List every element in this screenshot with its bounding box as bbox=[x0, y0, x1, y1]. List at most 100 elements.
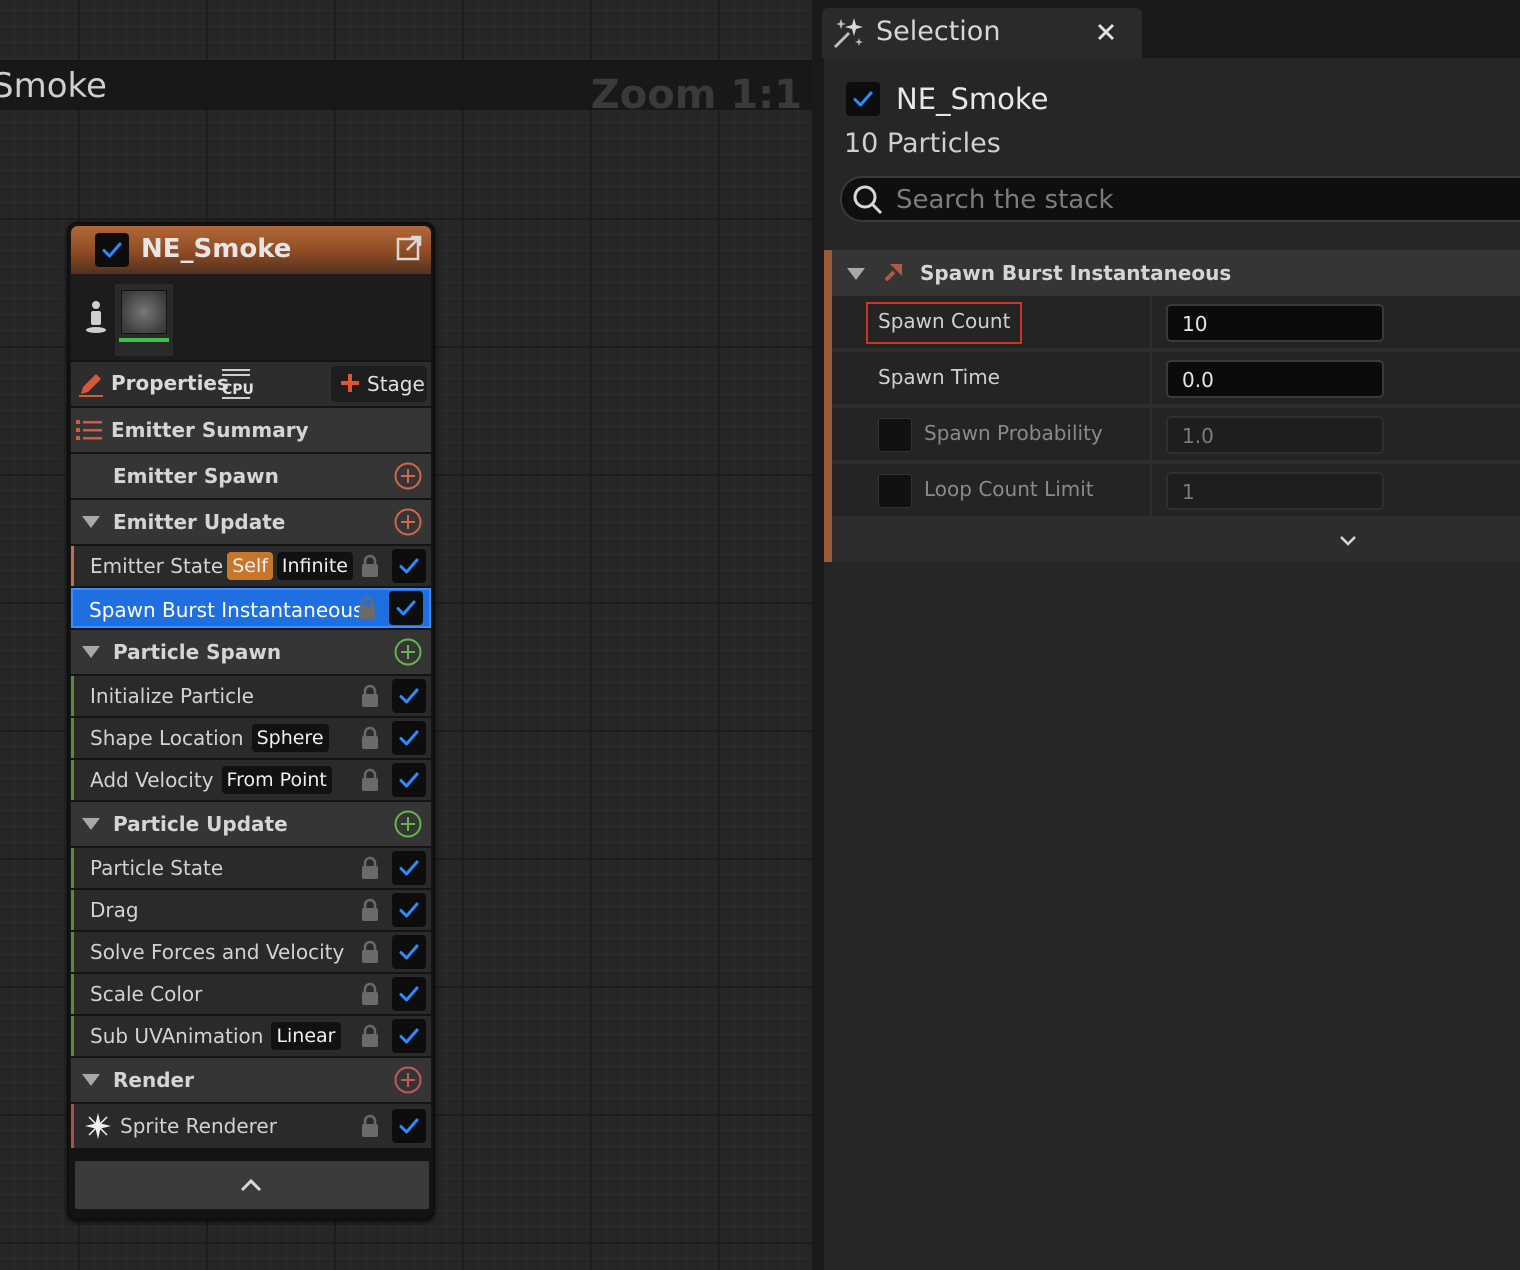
add-module-icon[interactable] bbox=[393, 637, 423, 667]
module-drag[interactable]: Drag bbox=[71, 890, 431, 930]
lock-icon[interactable] bbox=[357, 596, 377, 620]
section-emitter-spawn[interactable]: Emitter Spawn bbox=[71, 454, 431, 498]
module-shape-location[interactable]: Shape Location Sphere bbox=[71, 718, 431, 758]
module-scale-color[interactable]: Scale Color bbox=[71, 974, 431, 1014]
emitter-enabled-checkbox[interactable] bbox=[95, 233, 129, 267]
collapse-node-button[interactable] bbox=[75, 1161, 429, 1209]
close-icon[interactable] bbox=[1094, 20, 1118, 44]
module-emitter-state[interactable]: Emitter State Self Infinite bbox=[71, 546, 431, 586]
lock-icon[interactable] bbox=[360, 982, 380, 1006]
module-enabled-checkbox[interactable] bbox=[392, 977, 426, 1011]
module-solve-forces-and-velocity[interactable]: Solve Forces and Velocity bbox=[71, 932, 431, 972]
module-tag-infinite: Infinite bbox=[276, 552, 353, 580]
add-module-icon[interactable] bbox=[393, 461, 423, 491]
spawn-time-field[interactable]: 0.0 bbox=[1166, 360, 1384, 398]
emitter-thumbnail-row bbox=[71, 274, 431, 360]
add-module-icon[interactable] bbox=[393, 1065, 423, 1095]
spawn-probability-override-checkbox[interactable] bbox=[878, 418, 912, 452]
module-label: Sprite Renderer bbox=[84, 1113, 277, 1142]
module-details-header[interactable]: Spawn Burst Instantaneous bbox=[832, 250, 1520, 296]
module-tag-self: Self bbox=[227, 552, 273, 580]
module-name: Add Velocity bbox=[90, 768, 214, 792]
emitter-enabled-checkbox[interactable] bbox=[846, 82, 880, 116]
section-particle-spawn[interactable]: Particle Spawn bbox=[71, 630, 431, 674]
lock-icon[interactable] bbox=[360, 1024, 380, 1048]
loop-count-limit-override-checkbox[interactable] bbox=[878, 474, 912, 508]
section-label: Particle Update bbox=[113, 812, 288, 836]
add-stage-button[interactable]: Stage bbox=[331, 366, 427, 402]
module-enabled-checkbox[interactable] bbox=[392, 763, 426, 797]
module-enabled-checkbox[interactable] bbox=[392, 851, 426, 885]
module-sprite-renderer[interactable]: Sprite Renderer bbox=[71, 1104, 431, 1148]
module-enabled-checkbox[interactable] bbox=[392, 935, 426, 969]
add-module-icon[interactable] bbox=[393, 809, 423, 839]
param-row-spawn-time: Spawn Time 0.0 bbox=[832, 352, 1520, 406]
checkmark-icon bbox=[397, 1114, 421, 1138]
module-script-icon bbox=[884, 264, 902, 282]
module-enabled-checkbox[interactable] bbox=[389, 591, 423, 625]
node-graph[interactable]: Smoke Zoom 1:1 NE_Smoke Properties CPU S… bbox=[0, 0, 812, 1270]
properties-row[interactable]: Properties CPU Stage bbox=[71, 362, 431, 406]
stack-search-input[interactable] bbox=[896, 182, 1496, 218]
emitter-thumbnail[interactable] bbox=[115, 284, 173, 356]
module-enabled-checkbox[interactable] bbox=[392, 1019, 426, 1053]
param-label: Loop Count Limit bbox=[924, 477, 1094, 501]
checkmark-icon bbox=[397, 768, 421, 792]
module-tag-from-point: From Point bbox=[221, 766, 332, 794]
section-particle-update[interactable]: Particle Update bbox=[71, 802, 431, 846]
lock-icon[interactable] bbox=[360, 856, 380, 880]
module-enabled-checkbox[interactable] bbox=[392, 549, 426, 583]
module-label: Sub UVAnimation Linear bbox=[90, 1022, 341, 1052]
add-module-icon[interactable] bbox=[393, 507, 423, 537]
module-spawn-burst-instantaneous[interactable]: Spawn Burst Instantaneous bbox=[71, 588, 431, 628]
emitter-node[interactable]: NE_Smoke Properties CPU Stage Emitter Su… bbox=[67, 222, 435, 1220]
module-enabled-checkbox[interactable] bbox=[392, 893, 426, 927]
section-emitter-update[interactable]: Emitter Update bbox=[71, 500, 431, 544]
checkmark-icon bbox=[397, 982, 421, 1006]
module-enabled-checkbox[interactable] bbox=[392, 1109, 426, 1143]
module-add-velocity[interactable]: Add Velocity From Point bbox=[71, 760, 431, 800]
lock-icon[interactable] bbox=[360, 768, 380, 792]
lock-icon[interactable] bbox=[360, 554, 380, 578]
section-emitter-summary[interactable]: Emitter Summary bbox=[71, 408, 431, 452]
column-divider[interactable] bbox=[1150, 464, 1152, 518]
collapse-triangle-icon[interactable] bbox=[81, 514, 101, 530]
stage-label: Stage bbox=[367, 372, 425, 396]
lock-icon[interactable] bbox=[360, 726, 380, 750]
column-divider[interactable] bbox=[1150, 408, 1152, 462]
module-tag-sphere: Sphere bbox=[251, 724, 329, 752]
stack-search-box[interactable] bbox=[840, 176, 1520, 222]
collapse-triangle-icon[interactable] bbox=[81, 1072, 101, 1088]
module-initialize-particle[interactable]: Initialize Particle bbox=[71, 676, 431, 716]
collapse-triangle-icon[interactable] bbox=[846, 266, 866, 282]
loop-count-limit-field[interactable]: 1 bbox=[1166, 472, 1384, 510]
thumbnail-status-bar bbox=[119, 338, 169, 342]
collapse-triangle-icon[interactable] bbox=[81, 644, 101, 660]
cpu-text: CPU bbox=[222, 382, 253, 398]
plus-icon bbox=[341, 374, 359, 392]
column-divider[interactable] bbox=[1150, 296, 1152, 350]
module-enabled-checkbox[interactable] bbox=[392, 721, 426, 755]
open-external-icon[interactable] bbox=[395, 234, 423, 262]
show-advanced-row[interactable] bbox=[832, 520, 1520, 562]
param-row-spawn-probability: Spawn Probability 1.0 bbox=[832, 408, 1520, 462]
lock-icon[interactable] bbox=[360, 684, 380, 708]
emitter-properties-figure-icon[interactable] bbox=[85, 300, 107, 334]
module-sub-uv-animation[interactable]: Sub UVAnimation Linear bbox=[71, 1016, 431, 1056]
spawn-count-field[interactable]: 10 bbox=[1166, 304, 1384, 342]
lock-icon[interactable] bbox=[360, 898, 380, 922]
lock-icon[interactable] bbox=[360, 1114, 380, 1138]
selection-tab[interactable]: Selection bbox=[822, 8, 1142, 58]
lock-icon[interactable] bbox=[360, 940, 380, 964]
checkmark-icon bbox=[397, 1024, 421, 1048]
section-render[interactable]: Render bbox=[71, 1058, 431, 1102]
module-name: Initialize Particle bbox=[90, 684, 254, 708]
emitter-node-header[interactable]: NE_Smoke bbox=[71, 226, 431, 274]
module-enabled-checkbox[interactable] bbox=[392, 679, 426, 713]
spawn-probability-field[interactable]: 1.0 bbox=[1166, 416, 1384, 454]
module-particle-state[interactable]: Particle State bbox=[71, 848, 431, 888]
column-divider[interactable] bbox=[1150, 352, 1152, 406]
collapse-triangle-icon[interactable] bbox=[81, 816, 101, 832]
param-label: Spawn Time bbox=[878, 365, 1000, 389]
chevron-up-icon bbox=[240, 1178, 262, 1192]
